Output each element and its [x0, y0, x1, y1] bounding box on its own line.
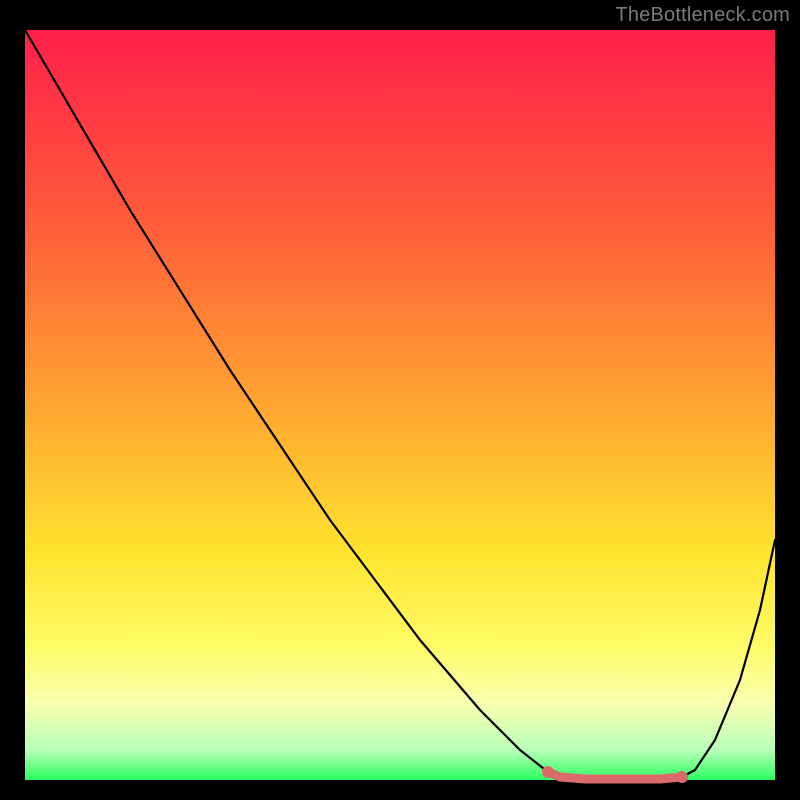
gradient-panel	[25, 30, 775, 780]
bottleneck-chart	[0, 0, 800, 800]
chart-container: { "attribution": "TheBottleneck.com", "c…	[0, 0, 800, 800]
bottom-border	[0, 782, 800, 800]
highlight-dot	[676, 771, 688, 783]
attribution-text: TheBottleneck.com	[615, 4, 790, 27]
highlight-dot	[542, 766, 554, 778]
